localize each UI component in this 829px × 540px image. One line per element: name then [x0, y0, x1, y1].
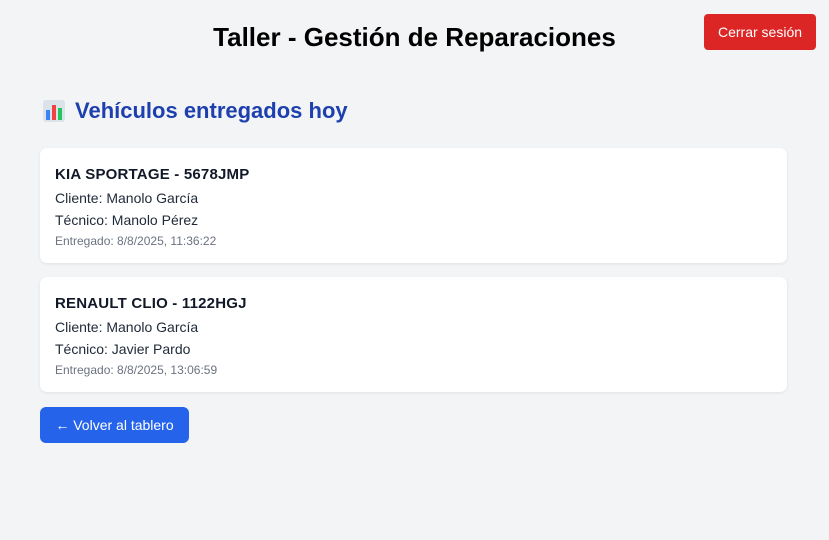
section-heading-label: Vehículos entregados hoy — [75, 98, 348, 123]
vehicle-title: KIA SPORTAGE - 5678JMP — [55, 166, 250, 183]
vehicle-client: Cliente: Manolo García — [55, 319, 199, 335]
page: Cerrar sesión Taller - Gestión de Repara… — [0, 0, 829, 540]
vehicle-title: RENAULT CLIO - 1122HGJ — [55, 295, 247, 312]
vehicle-card: RENAULT CLIO - 1122HGJ Cliente: Manolo G… — [40, 277, 787, 392]
vehicle-delivered-time: Entregado: 8/8/2025, 11:36:22 — [55, 234, 217, 248]
delivered-vehicles-list: KIA SPORTAGE - 5678JMP Cliente: Manolo G… — [40, 148, 787, 406]
vehicle-client: Cliente: Manolo García — [55, 190, 199, 206]
vehicle-card: KIA SPORTAGE - 5678JMP Cliente: Manolo G… — [40, 148, 787, 263]
vehicle-technician: Técnico: Javier Pardo — [55, 341, 191, 357]
bar-chart-icon — [43, 100, 65, 122]
vehicle-delivered-time: Entregado: 8/8/2025, 13:06:59 — [55, 363, 218, 377]
page-title: Taller - Gestión de Reparaciones — [213, 22, 616, 52]
vehicle-technician: Técnico: Manolo Pérez — [55, 212, 199, 228]
section-heading: Vehículos entregados hoy — [43, 98, 348, 124]
back-to-dashboard-button[interactable]: ← Volver al tablero — [40, 407, 189, 443]
